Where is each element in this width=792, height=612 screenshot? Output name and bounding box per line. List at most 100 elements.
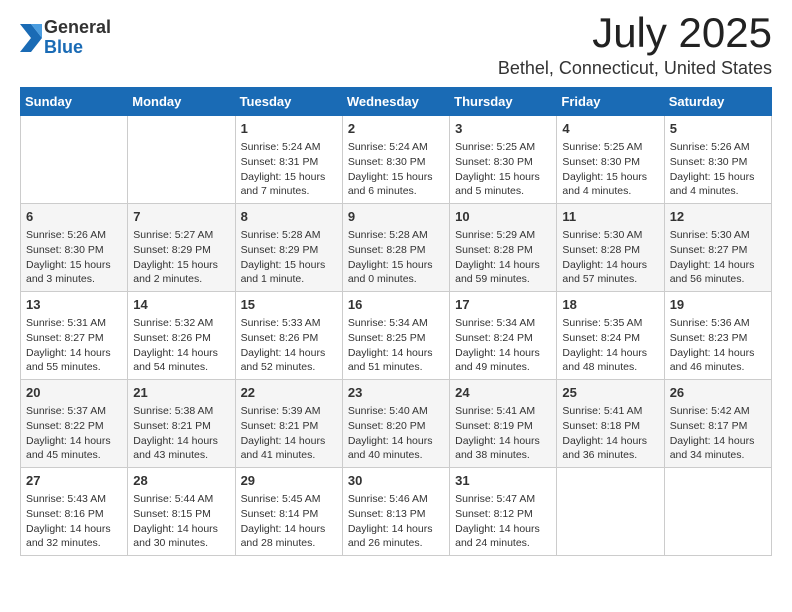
day-info: Daylight: 14 hours and 45 minutes. [26, 434, 122, 463]
calendar-cell: 21Sunrise: 5:38 AMSunset: 8:21 PMDayligh… [128, 380, 235, 468]
day-number: 25 [562, 384, 658, 402]
day-info: Sunset: 8:30 PM [670, 155, 766, 170]
day-info: Sunrise: 5:41 AM [455, 404, 551, 419]
day-info: Sunset: 8:31 PM [241, 155, 337, 170]
calendar-cell: 8Sunrise: 5:28 AMSunset: 8:29 PMDaylight… [235, 204, 342, 292]
logo-icon [20, 24, 42, 52]
day-info: Daylight: 14 hours and 24 minutes. [455, 522, 551, 551]
header-saturday: Saturday [664, 88, 771, 116]
day-info: Sunset: 8:21 PM [241, 419, 337, 434]
day-number: 28 [133, 472, 229, 490]
day-number: 17 [455, 296, 551, 314]
day-info: Sunset: 8:15 PM [133, 507, 229, 522]
calendar-week-row: 20Sunrise: 5:37 AMSunset: 8:22 PMDayligh… [21, 380, 772, 468]
calendar-cell: 29Sunrise: 5:45 AMSunset: 8:14 PMDayligh… [235, 467, 342, 555]
calendar-cell: 27Sunrise: 5:43 AMSunset: 8:16 PMDayligh… [21, 467, 128, 555]
header-row: Sunday Monday Tuesday Wednesday Thursday… [21, 88, 772, 116]
day-number: 18 [562, 296, 658, 314]
day-info: Sunset: 8:26 PM [133, 331, 229, 346]
day-info: Sunrise: 5:28 AM [348, 228, 444, 243]
calendar-cell: 5 Sunrise: 5:26 AMSunset: 8:30 PMDaylight… [664, 116, 771, 204]
calendar-cell: 14Sunrise: 5:32 AMSunset: 8:26 PMDayligh… [128, 292, 235, 380]
calendar-cell: 10Sunrise: 5:29 AMSunset: 8:28 PMDayligh… [450, 204, 557, 292]
day-info: Daylight: 14 hours and 59 minutes. [455, 258, 551, 287]
day-info: Sunset: 8:24 PM [562, 331, 658, 346]
day-info: Daylight: 15 hours and 0 minutes. [348, 258, 444, 287]
day-info: Sunset: 8:28 PM [455, 243, 551, 258]
day-info: Daylight: 15 hours and 4 minutes. [562, 170, 658, 199]
day-info: Sunset: 8:27 PM [670, 243, 766, 258]
day-info: Sunrise: 5:33 AM [241, 316, 337, 331]
day-info: Sunrise: 5:25 AM [455, 140, 551, 155]
logo-blue-text: Blue [44, 38, 83, 58]
day-number: 12 [670, 208, 766, 226]
day-info: Daylight: 15 hours and 2 minutes. [133, 258, 229, 287]
calendar-cell [128, 116, 235, 204]
day-info: Daylight: 14 hours and 49 minutes. [455, 346, 551, 375]
day-info: Daylight: 15 hours and 3 minutes. [26, 258, 122, 287]
day-info: Sunrise: 5:30 AM [562, 228, 658, 243]
day-info: Sunrise: 5:27 AM [133, 228, 229, 243]
day-number: 2 [348, 120, 444, 138]
day-number: 29 [241, 472, 337, 490]
day-info: Daylight: 15 hours and 4 minutes. [670, 170, 766, 199]
day-info: Daylight: 14 hours and 32 minutes. [26, 522, 122, 551]
day-info: Sunrise: 5:31 AM [26, 316, 122, 331]
calendar-cell: 30Sunrise: 5:46 AMSunset: 8:13 PMDayligh… [342, 467, 449, 555]
day-info: Sunset: 8:16 PM [26, 507, 122, 522]
day-info: Sunrise: 5:45 AM [241, 492, 337, 507]
day-info: Daylight: 14 hours and 43 minutes. [133, 434, 229, 463]
calendar-cell: 25Sunrise: 5:41 AMSunset: 8:18 PMDayligh… [557, 380, 664, 468]
day-number: 4 [562, 120, 658, 138]
calendar-cell: 9 Sunrise: 5:28 AMSunset: 8:28 PMDaylight… [342, 204, 449, 292]
location-title: Bethel, Connecticut, United States [498, 58, 772, 79]
day-info: Sunset: 8:30 PM [348, 155, 444, 170]
calendar-cell [664, 467, 771, 555]
calendar-cell: 11Sunrise: 5:30 AMSunset: 8:28 PMDayligh… [557, 204, 664, 292]
calendar-cell: 2Sunrise: 5:24 AMSunset: 8:30 PMDaylight… [342, 116, 449, 204]
day-info: Sunrise: 5:26 AM [26, 228, 122, 243]
day-info: Sunrise: 5:42 AM [670, 404, 766, 419]
day-info: Daylight: 15 hours and 5 minutes. [455, 170, 551, 199]
day-info: Sunrise: 5:29 AM [455, 228, 551, 243]
calendar-week-row: 13Sunrise: 5:31 AMSunset: 8:27 PMDayligh… [21, 292, 772, 380]
calendar-cell: 12Sunrise: 5:30 AMSunset: 8:27 PMDayligh… [664, 204, 771, 292]
day-info: Daylight: 14 hours and 41 minutes. [241, 434, 337, 463]
logo: General Blue [20, 18, 111, 58]
day-info: Daylight: 14 hours and 51 minutes. [348, 346, 444, 375]
day-info: Sunrise: 5:24 AM [241, 140, 337, 155]
calendar-cell: 20Sunrise: 5:37 AMSunset: 8:22 PMDayligh… [21, 380, 128, 468]
day-number: 26 [670, 384, 766, 402]
day-info: Sunrise: 5:26 AM [670, 140, 766, 155]
day-info: Daylight: 14 hours and 48 minutes. [562, 346, 658, 375]
day-number: 9 [348, 208, 444, 226]
day-info: Daylight: 15 hours and 6 minutes. [348, 170, 444, 199]
calendar-cell: 22Sunrise: 5:39 AMSunset: 8:21 PMDayligh… [235, 380, 342, 468]
day-info: Sunset: 8:28 PM [562, 243, 658, 258]
day-number: 7 [133, 208, 229, 226]
day-info: Sunrise: 5:41 AM [562, 404, 658, 419]
calendar-cell: 26Sunrise: 5:42 AMSunset: 8:17 PMDayligh… [664, 380, 771, 468]
day-info: Daylight: 14 hours and 52 minutes. [241, 346, 337, 375]
header-tuesday: Tuesday [235, 88, 342, 116]
day-info: Sunrise: 5:34 AM [348, 316, 444, 331]
day-info: Sunrise: 5:43 AM [26, 492, 122, 507]
day-number: 16 [348, 296, 444, 314]
calendar-week-row: 6Sunrise: 5:26 AMSunset: 8:30 PMDaylight… [21, 204, 772, 292]
day-info: Sunset: 8:28 PM [348, 243, 444, 258]
calendar-cell: 28Sunrise: 5:44 AMSunset: 8:15 PMDayligh… [128, 467, 235, 555]
day-info: Sunset: 8:17 PM [670, 419, 766, 434]
day-info: Sunrise: 5:40 AM [348, 404, 444, 419]
day-info: Sunrise: 5:35 AM [562, 316, 658, 331]
day-number: 5 [670, 120, 766, 138]
day-info: Sunset: 8:21 PM [133, 419, 229, 434]
calendar-cell: 4Sunrise: 5:25 AMSunset: 8:30 PMDaylight… [557, 116, 664, 204]
day-info: Sunset: 8:30 PM [455, 155, 551, 170]
day-number: 13 [26, 296, 122, 314]
calendar-cell [21, 116, 128, 204]
header-friday: Friday [557, 88, 664, 116]
day-info: Sunset: 8:20 PM [348, 419, 444, 434]
day-info: Daylight: 15 hours and 1 minute. [241, 258, 337, 287]
day-info: Sunrise: 5:47 AM [455, 492, 551, 507]
month-title: July 2025 [498, 10, 772, 56]
